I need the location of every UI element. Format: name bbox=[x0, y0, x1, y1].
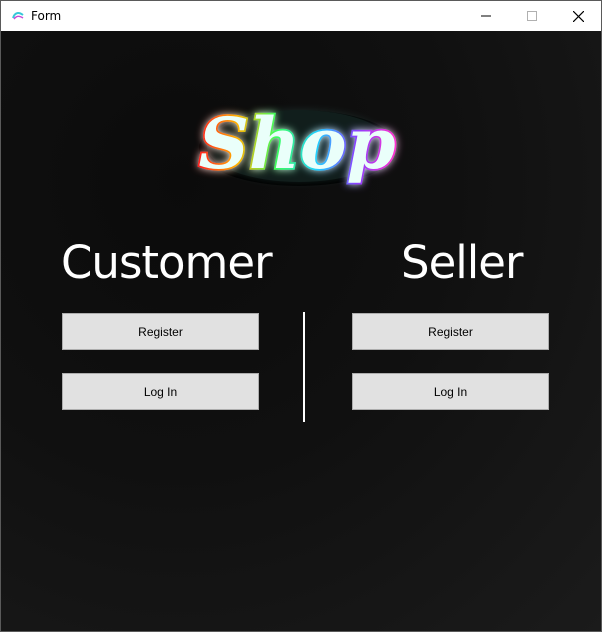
seller-register-button[interactable]: Register bbox=[352, 313, 549, 350]
shop-logo: Shop bbox=[197, 100, 399, 187]
close-icon bbox=[572, 10, 584, 22]
shop-logo-icon bbox=[12, 12, 24, 20]
section-divider bbox=[303, 312, 305, 422]
shop-logo-text: Shop bbox=[198, 102, 395, 185]
title-bar[interactable]: Form bbox=[1, 1, 601, 31]
maximize-button[interactable] bbox=[509, 1, 555, 31]
app-window: Form Shop Customer Seller Register Log I… bbox=[0, 0, 602, 632]
window-title: Form bbox=[31, 9, 62, 23]
customer-login-button[interactable]: Log In bbox=[62, 373, 259, 410]
maximize-icon bbox=[527, 11, 537, 21]
seller-section-title: Seller bbox=[401, 236, 523, 289]
seller-login-button[interactable]: Log In bbox=[352, 373, 549, 410]
minimize-button[interactable] bbox=[463, 1, 509, 31]
close-button[interactable] bbox=[555, 1, 601, 31]
customer-register-button[interactable]: Register bbox=[62, 313, 259, 350]
customer-section-title: Customer bbox=[61, 236, 273, 289]
main-content: Shop Customer Seller Register Log In Reg… bbox=[1, 31, 601, 631]
minimize-icon bbox=[481, 15, 491, 17]
